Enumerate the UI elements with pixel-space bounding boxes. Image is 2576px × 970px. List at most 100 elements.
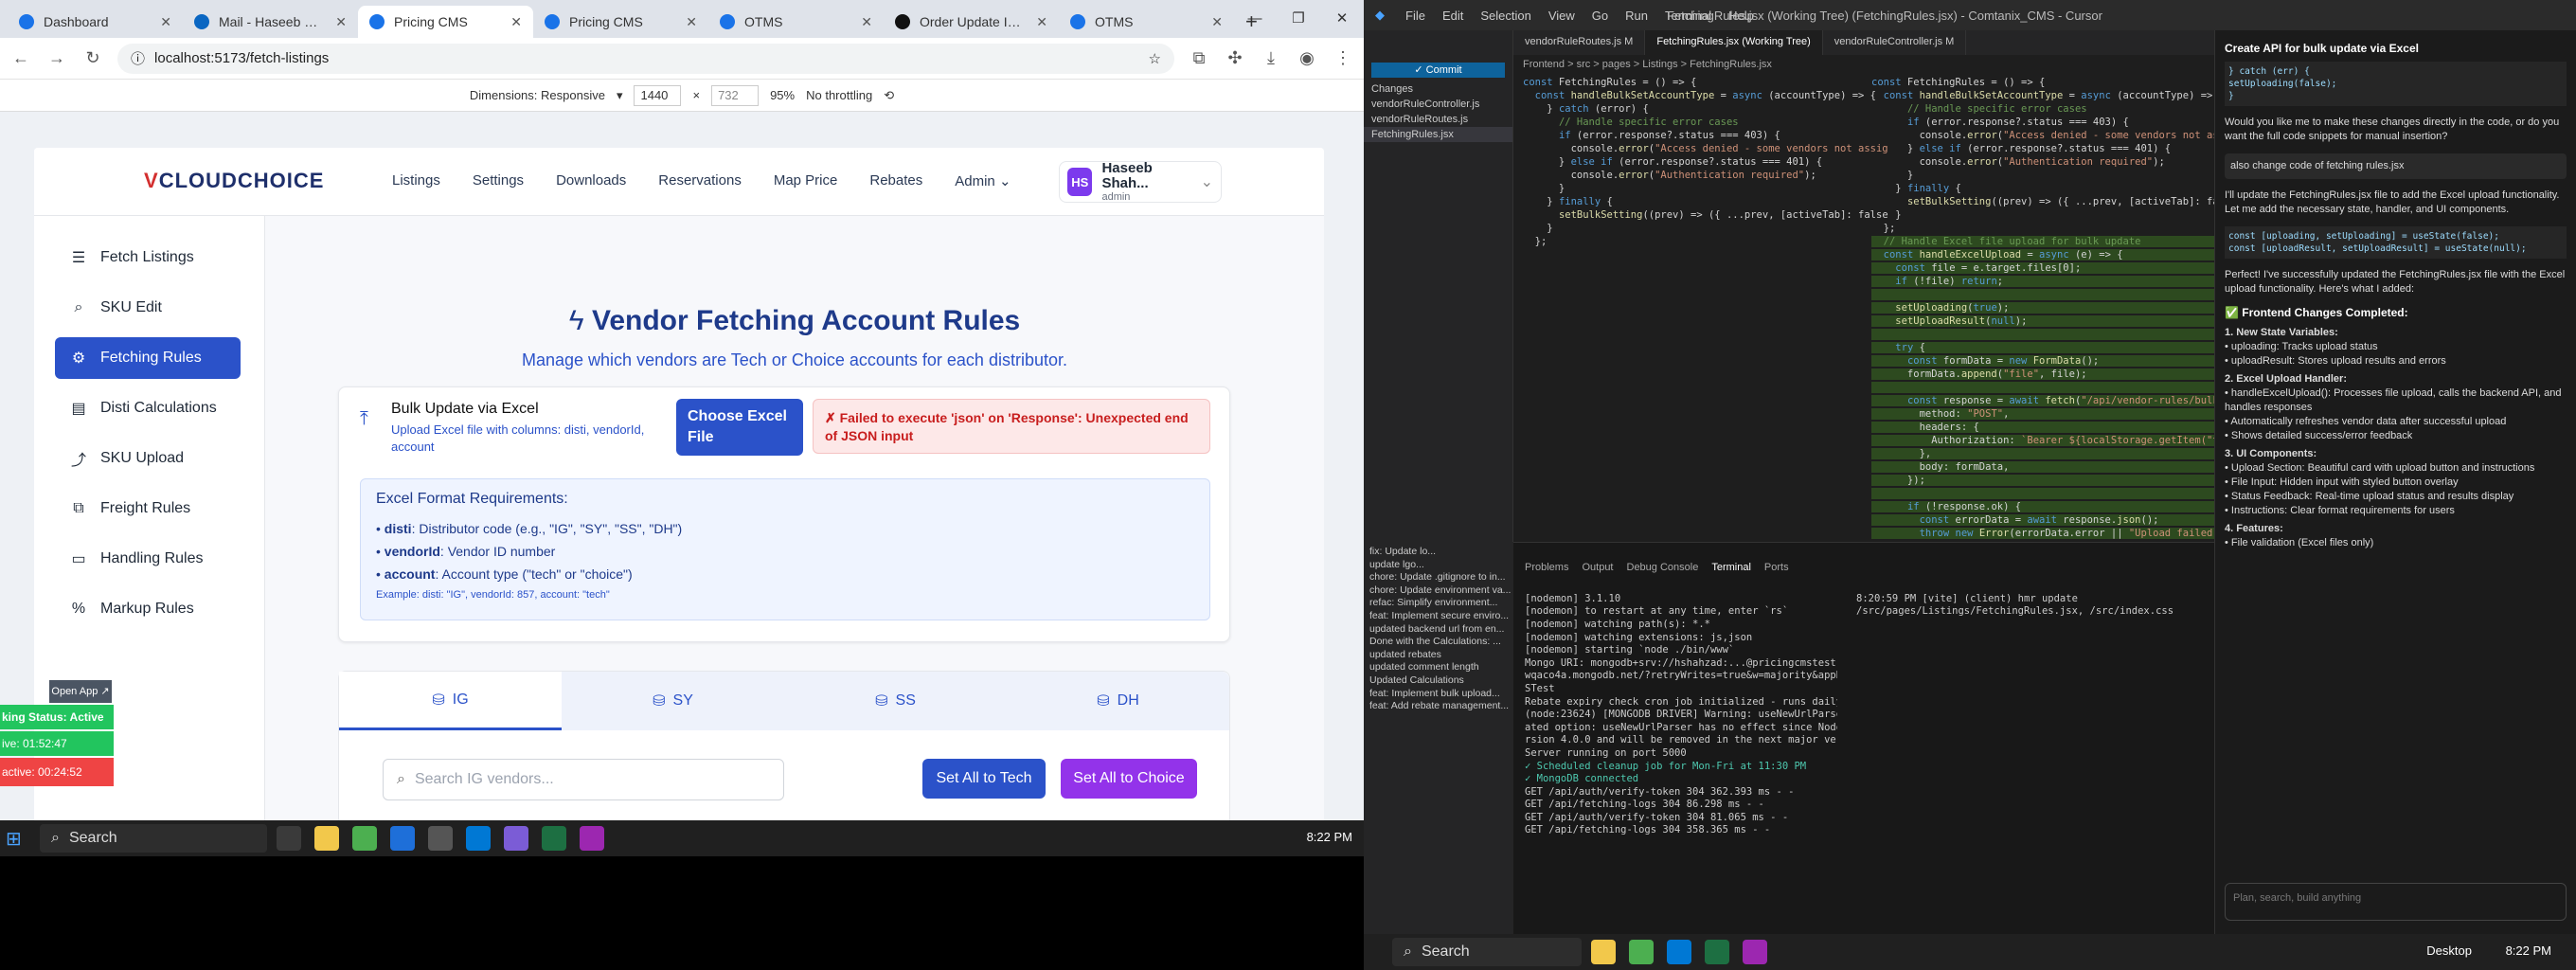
set-all-tech-button[interactable]: Set All to Tech (922, 759, 1046, 799)
bookmark-star-icon[interactable]: ☆ (1149, 50, 1161, 67)
nav-listings[interactable]: Listings (392, 172, 440, 189)
task-view-icon[interactable] (277, 826, 301, 851)
onenote-icon[interactable] (580, 826, 604, 851)
changed-file[interactable]: FetchingRules.jsx (1364, 127, 1512, 142)
tab-close-icon[interactable]: ✕ (510, 14, 522, 30)
nav-reservations[interactable]: Reservations (658, 172, 742, 189)
tab-problems[interactable]: Problems (1525, 562, 1568, 575)
maximize-icon[interactable]: ❐ (1277, 0, 1320, 38)
menu-kebab-icon[interactable]: ⋮ (1332, 48, 1354, 68)
sidebar-item-fetch-listings[interactable]: ☰ Fetch Listings (55, 237, 241, 278)
changed-file[interactable]: vendorRuleController.js (1364, 97, 1512, 112)
nav-rebates[interactable]: Rebates (869, 172, 922, 189)
commit-row[interactable]: chore: Update environment va... (1369, 584, 1511, 598)
sidebar-item-handling-rules[interactable]: ▭ Handling Rules (55, 538, 241, 580)
browser-tab-active[interactable]: Pricing CMS ✕ (358, 6, 533, 38)
editor-tab[interactable]: vendorRuleRoutes.js M (1513, 30, 1646, 55)
tab-dh[interactable]: ⛁ DH (1007, 672, 1229, 730)
chat-input[interactable]: Plan, search, build anything (2225, 883, 2567, 921)
sidebar-item-sku-upload[interactable]: ⤴ SKU Upload (55, 438, 241, 479)
zoom-select[interactable]: 95% (770, 88, 795, 102)
editor-tab[interactable]: vendorRuleController.js M (1823, 30, 1967, 55)
sidebar-item-sku-edit[interactable]: ⌕ SKU Edit (55, 287, 241, 329)
browser-tab[interactable]: Order Update Issue ✕ (884, 6, 1059, 38)
extension-icon[interactable]: ⧉ (1188, 48, 1210, 68)
tab-terminal[interactable]: Terminal (1711, 562, 1751, 575)
site-info-icon[interactable]: ⓘ (131, 48, 145, 68)
commit-row[interactable]: chore: Update .gitignore to in... (1369, 571, 1508, 584)
puzzle-icon[interactable]: ✣ (1224, 48, 1246, 68)
tab-output[interactable]: Output (1582, 562, 1613, 575)
changes-header[interactable]: Changes (1364, 81, 1512, 97)
tab-close-icon[interactable]: ✕ (335, 14, 347, 30)
height-input[interactable]: 732 (711, 84, 760, 106)
logo[interactable]: VCLOUDCHOICE (144, 169, 324, 193)
browser-tab[interactable]: Pricing CMS ✕ (533, 6, 708, 38)
commit-row[interactable]: feat: Implement bulk upload... (1369, 688, 1508, 701)
app-icon[interactable] (390, 826, 415, 851)
vscode-icon[interactable] (1667, 940, 1691, 964)
app-icon[interactable] (504, 826, 528, 851)
dimensions-select[interactable]: Dimensions: Responsive (470, 88, 605, 102)
tab-sy[interactable]: ⛁ SY (562, 672, 784, 730)
tab-close-icon[interactable]: ✕ (686, 14, 697, 30)
menu-selection[interactable]: Selection (1480, 9, 1530, 23)
sidebar-item-fetching-rules[interactable]: ⚙ Fetching Rules (55, 337, 241, 379)
menu-file[interactable]: File (1405, 9, 1425, 23)
chrome-icon[interactable] (1629, 940, 1654, 964)
minimize-icon[interactable]: — (1233, 0, 1277, 38)
tab-close-icon[interactable]: ✕ (160, 14, 171, 30)
tab-ports[interactable]: Ports (1764, 562, 1789, 575)
tab-close-icon[interactable]: ✕ (1211, 14, 1223, 30)
sidebar-item-disti-calculations[interactable]: ▤ Disti Calculations (55, 387, 241, 429)
terminal-panel[interactable]: Problems Output Debug Console Terminal Ports… (1513, 542, 2214, 940)
tab-ig[interactable]: ⛁ IG (339, 672, 562, 730)
taskbar-search[interactable]: ⌕ Search (1392, 938, 1582, 966)
vscode-icon[interactable] (466, 826, 491, 851)
excel-icon[interactable] (1705, 940, 1729, 964)
menu-view[interactable]: View (1548, 9, 1575, 23)
sidebar-item-markup-rules[interactable]: % Markup Rules (55, 588, 241, 630)
throttling-select[interactable]: No throttling (806, 88, 872, 102)
nav-settings[interactable]: Settings (473, 172, 524, 189)
browser-tab[interactable]: Mail - Haseeb Shah ✕ (183, 6, 358, 38)
editor-tab-active[interactable]: FetchingRules.jsx (Working Tree) (1645, 30, 1823, 55)
tab-close-icon[interactable]: ✕ (861, 14, 872, 30)
file-explorer-icon[interactable] (1591, 940, 1616, 964)
set-all-choice-button[interactable]: Set All to Choice (1061, 759, 1197, 799)
file-explorer-icon[interactable] (314, 826, 339, 851)
tab-close-icon[interactable]: ✕ (1036, 14, 1047, 30)
commit-row[interactable]: updated backend url from en... (1369, 623, 1508, 637)
browser-tab[interactable]: OTMS ✕ (1059, 6, 1234, 38)
nav-map-price[interactable]: Map Price (774, 172, 838, 189)
commit-row[interactable]: fix: Update lo... (1369, 546, 1508, 559)
chrome-icon[interactable] (352, 826, 377, 851)
commit-row[interactable]: Done with the Calculations: ... (1369, 636, 1508, 649)
menu-edit[interactable]: Edit (1442, 9, 1463, 23)
commit-row[interactable]: updated comment length (1369, 661, 1508, 674)
changed-file[interactable]: vendorRuleRoutes.js (1364, 112, 1512, 127)
user-prompt[interactable]: also change code of fetching rules.jsx (2225, 153, 2567, 179)
menu-run[interactable]: Run (1625, 9, 1648, 23)
choose-excel-file-button[interactable]: Choose Excel File (676, 399, 803, 456)
excel-icon[interactable] (542, 826, 566, 851)
commit-button[interactable]: ✓ Commit (1371, 63, 1505, 78)
reload-icon[interactable]: ↻ (81, 48, 104, 68)
open-app-button[interactable]: Open App ↗ (49, 680, 112, 703)
menu-go[interactable]: Go (1592, 9, 1608, 23)
download-icon[interactable]: ⤓ (1260, 48, 1282, 68)
vendor-search-input[interactable]: ⌕ Search IG vendors... (383, 759, 784, 800)
commit-row[interactable]: updated rebates (1369, 649, 1508, 662)
commit-row[interactable]: Updated Calculations (1369, 674, 1508, 688)
desktop-label[interactable]: Desktop (2426, 943, 2472, 958)
close-icon[interactable]: ✕ (1320, 0, 1364, 38)
profile-icon[interactable]: ◉ (1296, 48, 1318, 68)
commit-row[interactable]: refac: Simplify environment... (1369, 597, 1508, 610)
commit-row[interactable]: feat: Implement secure enviro... (1369, 610, 1509, 623)
browser-tab[interactable]: Dashboard ✕ (8, 6, 183, 38)
commit-row[interactable]: feat: Add rebate management... (1369, 700, 1509, 713)
nav-downloads[interactable]: Downloads (556, 172, 626, 189)
tab-ss[interactable]: ⛁ SS (784, 672, 1007, 730)
browser-tab[interactable]: OTMS ✕ (708, 6, 884, 38)
rotate-icon[interactable]: ⟲ (884, 88, 894, 103)
